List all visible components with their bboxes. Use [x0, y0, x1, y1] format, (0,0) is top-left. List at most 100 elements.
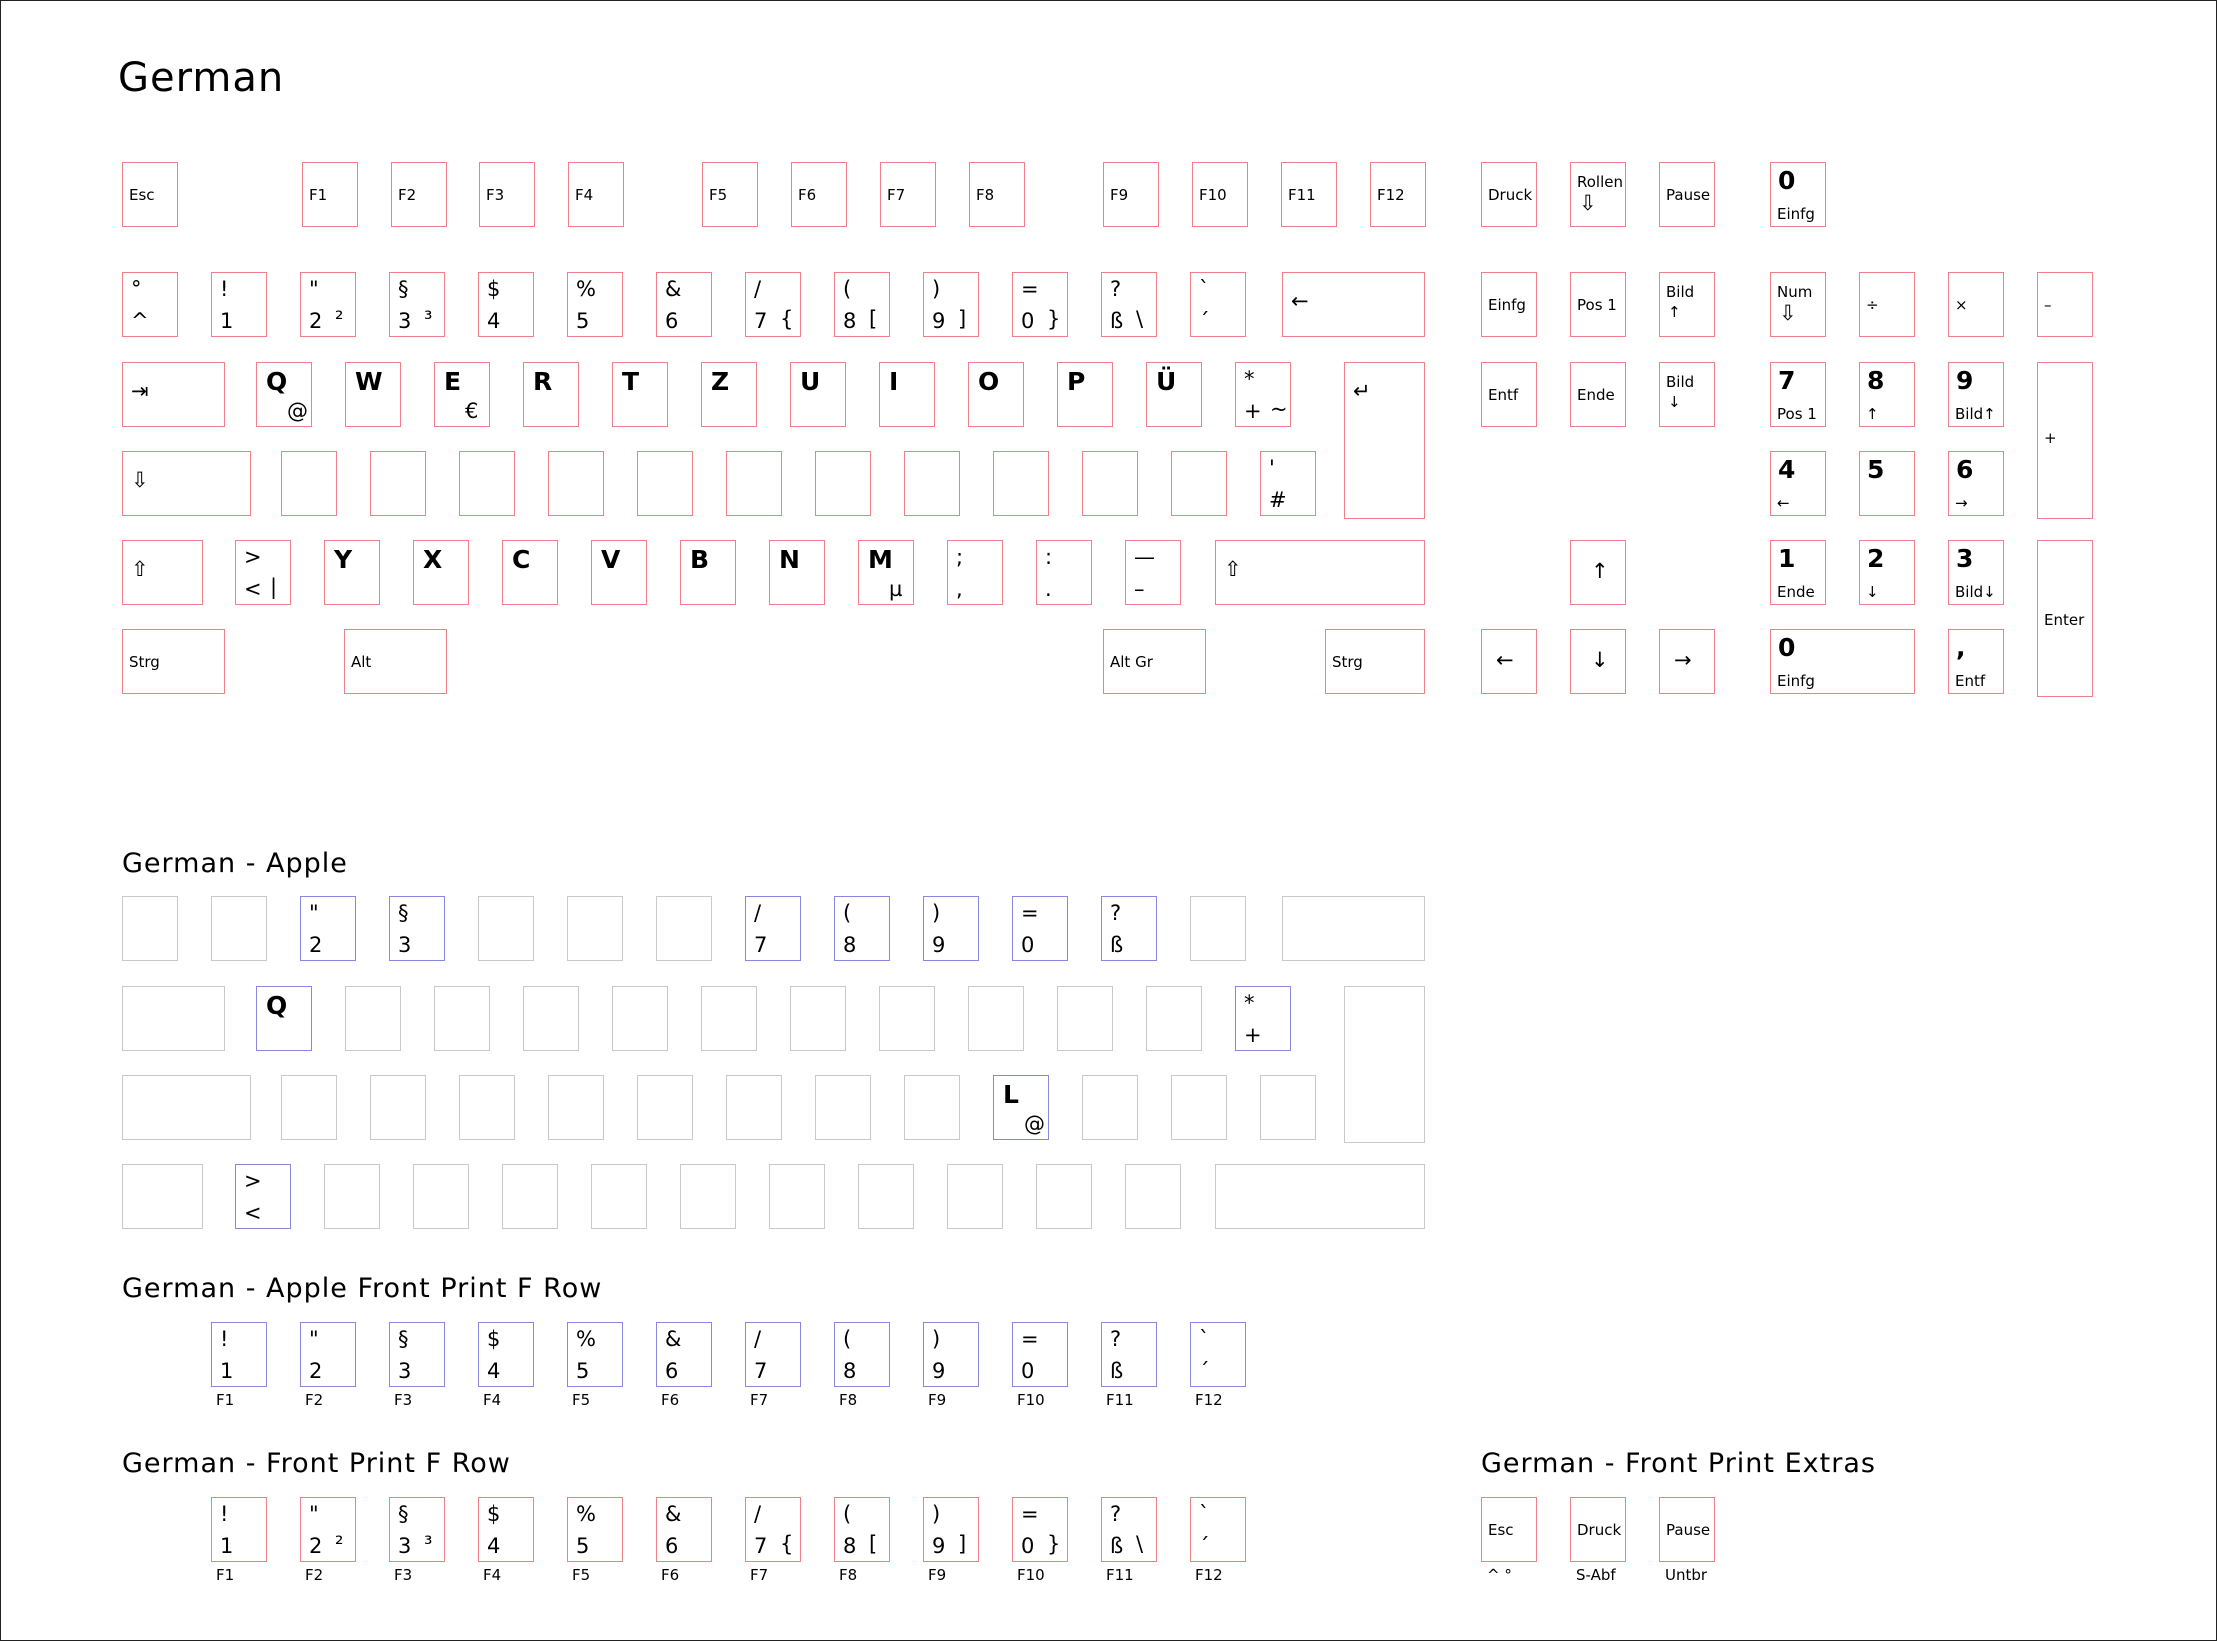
key-np-r2-1-sub: ↓	[1866, 583, 1879, 601]
apple-key-lshift	[122, 1164, 203, 1229]
front-key-9-alt: }	[1047, 1532, 1061, 1556]
apple-front-fkey-label: F8	[839, 1391, 858, 1409]
key-tab: ⇥	[122, 362, 225, 427]
key-num: Num ⇩	[1770, 272, 1826, 337]
key-q-6: U	[790, 362, 846, 427]
key-q-5: Z	[701, 362, 757, 427]
front-key-6: / 7 {	[745, 1497, 801, 1562]
apple-key-blank	[612, 986, 668, 1051]
key-rshift: ⇧	[1215, 540, 1425, 605]
key-bild-up-label: Bild	[1666, 283, 1695, 301]
apple-front-key-11: ` ´	[1190, 1322, 1246, 1387]
title-german-front: German - Front Print F Row	[122, 1448, 511, 1479]
key-z-5: N	[769, 540, 825, 605]
apple-front-key-5-top: &	[665, 1327, 682, 1351]
apple-front-key-6-bottom: 7	[754, 1359, 768, 1383]
apple-key-plus-top: *	[1244, 991, 1255, 1015]
apple-key-sz: ? ß	[1101, 896, 1157, 961]
key-num-top-main: 0	[1778, 166, 1796, 195]
key-f12-label: F12	[1377, 186, 1405, 204]
key-z-2-main: C	[512, 545, 531, 574]
apple-key-enter	[1344, 986, 1425, 1143]
apple-key-blank	[968, 986, 1024, 1051]
apple-key-blank	[478, 896, 534, 961]
key-np-r0-0-main: 7	[1778, 366, 1796, 395]
apple-front-key-8-top: )	[932, 1327, 941, 1351]
key-num-5: & 6	[656, 272, 712, 337]
key-np-r1-0-sub: ←	[1777, 494, 1790, 512]
key-num-3-bottom: 4	[487, 309, 501, 333]
front-fkey-label: F2	[305, 1566, 324, 1584]
key-f6: F6	[791, 162, 847, 227]
key-np-minus-label: –	[2044, 296, 2052, 314]
front-key-7: (8 [	[834, 1497, 890, 1562]
key-entf-label: Entf	[1488, 386, 1519, 404]
key-f1-label: F1	[309, 186, 328, 204]
apple-key-blank	[701, 986, 757, 1051]
apple-key-blank	[1146, 986, 1202, 1051]
apple-key-eight: (8	[834, 896, 890, 961]
key-minus-bottom: –	[1134, 577, 1145, 601]
key-minus-top: —	[1134, 545, 1155, 569]
key-num-4: % 5	[567, 272, 623, 337]
key-num-10: ? ß \	[1101, 272, 1157, 337]
apple-front-fkey-label: F4	[483, 1391, 502, 1409]
extras-key-2: Pause	[1659, 1497, 1715, 1562]
apple-key-blank	[324, 1164, 380, 1229]
front-fkey-label: F1	[216, 1566, 235, 1584]
key-num-10-alt: \	[1136, 307, 1144, 331]
key-f7-label: F7	[887, 186, 906, 204]
apple-key-blank	[345, 986, 401, 1051]
apple-front-key-9: = 0	[1012, 1322, 1068, 1387]
apple-key-blank	[370, 1075, 426, 1140]
apple-key-sz-top: ?	[1110, 901, 1122, 925]
key-arrow-down: ↓	[1570, 629, 1626, 694]
key-hash-top: '	[1269, 456, 1275, 480]
key-num-10-top: ?	[1110, 277, 1122, 301]
key-np-r2-2: 3 Bild↓	[1948, 540, 2004, 605]
apple-front-key-4: % 5	[567, 1322, 623, 1387]
apple-front-fkey-label: F3	[394, 1391, 413, 1409]
key-esc: Esc	[122, 162, 178, 227]
key-num-6-bottom: 7	[754, 309, 768, 333]
key-num-label: Num	[1777, 283, 1813, 301]
front-fkey-label: F9	[928, 1566, 947, 1584]
key-num-0-top: !	[220, 277, 229, 301]
key-a-0	[281, 451, 337, 516]
apple-front-key-9-top: =	[1021, 1327, 1039, 1351]
apple-key-l: L @	[993, 1075, 1049, 1140]
key-np-r1-0: 4 ←	[1770, 451, 1826, 516]
apple-key-blank	[281, 1075, 337, 1140]
key-q-0-alt: @	[287, 399, 308, 423]
apple-key-plus-bottom: +	[1244, 1023, 1262, 1047]
key-q-2-main: E	[444, 367, 462, 396]
apple-front-key-5-bottom: 6	[665, 1359, 679, 1383]
front-key-9-top: =	[1021, 1502, 1039, 1526]
key-np-minus: –	[2037, 272, 2093, 337]
key-pause: Pause	[1659, 162, 1715, 227]
apple-key-blank	[211, 896, 267, 961]
key-num-5-bottom: 6	[665, 309, 679, 333]
apple-key-rshift	[1215, 1164, 1425, 1229]
extras-below-label: Untbr	[1665, 1566, 1708, 1584]
key-num-5-top: &	[665, 277, 682, 301]
front-fkey-label: F8	[839, 1566, 858, 1584]
apple-key-seven-top: /	[754, 901, 762, 925]
apple-key-seven-bottom: 7	[754, 933, 768, 957]
apple-front-fkey-label: F7	[750, 1391, 769, 1409]
front-fkey-label: F11	[1106, 1566, 1134, 1584]
key-hash-bottom: #	[1269, 488, 1287, 512]
extras-key-1: Druck	[1570, 1497, 1626, 1562]
front-key-4-bottom: 5	[576, 1534, 590, 1558]
key-alt-label: Alt	[351, 653, 372, 671]
apple-key-less: > <	[235, 1164, 291, 1229]
key-z-5-main: N	[779, 545, 800, 574]
key-einfg: Einfg	[1481, 272, 1537, 337]
key-a-1	[370, 451, 426, 516]
apple-front-key-9-bottom: 0	[1021, 1359, 1035, 1383]
apple-front-key-0-bottom: 1	[220, 1359, 234, 1383]
key-np-r2-2-main: 3	[1956, 544, 1974, 573]
apple-key-nine-top: )	[932, 901, 941, 925]
apple-key-blank	[1036, 1164, 1092, 1229]
key-np-r2-0-main: 1	[1778, 544, 1796, 573]
